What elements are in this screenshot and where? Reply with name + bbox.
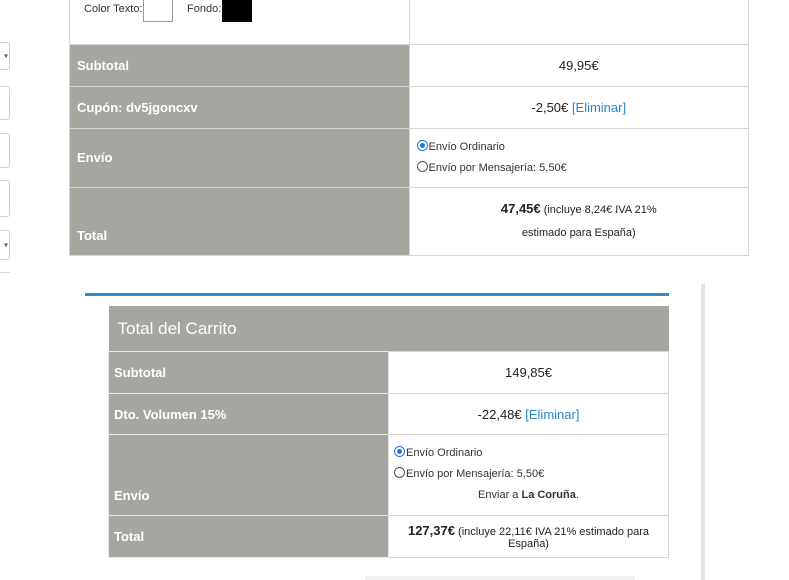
subtotal-value: 49,95€: [408, 43, 749, 87]
left-select-1[interactable]: ▾: [0, 42, 10, 70]
cart-shipping-option-courier[interactable]: Envío por Mensajería: 5,50€: [394, 464, 668, 485]
chevron-down-icon: ▾: [3, 51, 8, 61]
cart-total-label: Total: [108, 515, 389, 558]
text-color-swatch[interactable]: [143, 0, 173, 23]
volume-discount-label: Dto. Volumen 15%: [108, 393, 389, 435]
cart-subtotal-row: Subtotal 149,85€: [108, 351, 669, 394]
color-options-empty-cell: [408, 0, 749, 45]
shipping-option-ordinary-label: Envío Ordinario: [428, 140, 505, 153]
cart-shipping-row: Envío Envío Ordinario Envío por Mensajer…: [108, 434, 669, 516]
ship-to-prefix: Enviar a: [478, 489, 519, 501]
cart-shipping-option-courier-label: Envío por Mensajería: 5,50€: [406, 468, 545, 480]
cart-shipping-option-ordinary[interactable]: Envío Ordinario: [394, 443, 668, 464]
coupon-value-cell: -2,50€ [Eliminar]: [408, 85, 749, 129]
cart-total-amount: 127,37€: [407, 523, 455, 538]
subtotal-label: Subtotal: [69, 43, 410, 87]
total-note-1: (incluye 8,24€ IVA 21%: [543, 204, 657, 216]
coupon-row: Cupón: dv5jgoncxv -2,50€ [Eliminar]: [69, 85, 749, 129]
total-value-cell: 47,45€ (incluye 8,24€ IVA 21% estimado p…: [408, 186, 749, 256]
total-note-2: estimado para España): [521, 227, 636, 239]
section-accent-line: [85, 293, 669, 296]
cart-totals-title: Total del Carrito: [108, 306, 669, 352]
remove-coupon-link[interactable]: [Eliminar]: [572, 100, 626, 115]
shipping-options: Envío Ordinario Envío por Mensajería: 5,…: [408, 127, 749, 188]
color-options-row: Color Texto: Fondo:: [69, 0, 749, 45]
background-label: Fondo:: [187, 3, 222, 16]
radio-unselected-icon[interactable]: [416, 160, 428, 172]
shipping-label: Envío: [69, 127, 410, 188]
remove-discount-link[interactable]: [Eliminar]: [525, 407, 579, 422]
chevron-down-icon: ▾: [3, 240, 8, 250]
left-input-1[interactable]: [0, 86, 10, 120]
cart-shipping-options: Envío Ordinario Envío por Mensajería: 5,…: [388, 434, 669, 516]
radio-selected-icon[interactable]: [416, 139, 428, 151]
subtotal-row: Subtotal 49,95€: [69, 43, 749, 87]
volume-discount-value: -22,48€: [477, 406, 522, 422]
bottom-edge-shadow: [365, 576, 635, 580]
background-color-swatch[interactable]: [222, 0, 252, 23]
left-divider: [0, 272, 10, 273]
cart-subtotal-label: Subtotal: [108, 351, 389, 394]
volume-discount-row: Dto. Volumen 15% -22,48€ [Eliminar]: [108, 393, 669, 435]
ship-to-text: Enviar a La Coruña.: [389, 485, 668, 506]
cart-totals-header-row: Total del Carrito: [108, 306, 669, 352]
ship-to-city: La Coruña: [521, 489, 576, 501]
ship-to-suffix: .: [575, 489, 579, 501]
left-input-3[interactable]: [0, 180, 10, 217]
total-amount: 47,45€: [500, 201, 541, 216]
color-options-cell: Color Texto: Fondo:: [69, 0, 410, 45]
radio-unselected-icon[interactable]: [394, 467, 405, 478]
cart-shipping-label: Envío: [108, 434, 389, 516]
coupon-value: -2,50€: [531, 99, 569, 115]
shipping-row: Envío Envío Ordinario Envío por Mensajer…: [69, 127, 749, 188]
cart-total-note: (incluye 22,11€ IVA 21% estimado para Es…: [458, 526, 650, 550]
total-label: Total: [69, 186, 410, 256]
shipping-option-courier-label: Envío por Mensajería: 5,50€: [428, 161, 567, 174]
coupon-label: Cupón: dv5jgoncxv: [69, 85, 410, 129]
cart-total-cell: 127,37€ (incluye 22,11€ IVA 21% estimado…: [388, 515, 669, 558]
cart-totals-table: Total del Carrito Subtotal 149,85€ Dto. …: [108, 306, 669, 558]
total-row: Total 47,45€ (incluye 8,24€ IVA 21% esti…: [69, 186, 749, 256]
shipping-option-ordinary[interactable]: Envío Ordinario: [416, 137, 749, 158]
cart-total-row: Total 127,37€ (incluye 22,11€ IVA 21% es…: [108, 515, 669, 558]
left-input-2[interactable]: [0, 133, 10, 168]
volume-discount-cell: -22,48€ [Eliminar]: [388, 393, 669, 435]
shipping-option-courier[interactable]: Envío por Mensajería: 5,50€: [416, 158, 749, 179]
cart-shipping-option-ordinary-label: Envío Ordinario: [406, 447, 483, 459]
cart-subtotal-value: 149,85€: [388, 351, 669, 394]
panel-scroll-edge: [701, 284, 705, 580]
color-text-label: Color Texto:: [84, 3, 143, 16]
radio-selected-icon[interactable]: [394, 446, 405, 457]
order-summary-table: Color Texto: Fondo: Subtotal 49,95€ Cupó…: [69, 0, 749, 256]
left-select-2[interactable]: ▾: [0, 230, 10, 260]
